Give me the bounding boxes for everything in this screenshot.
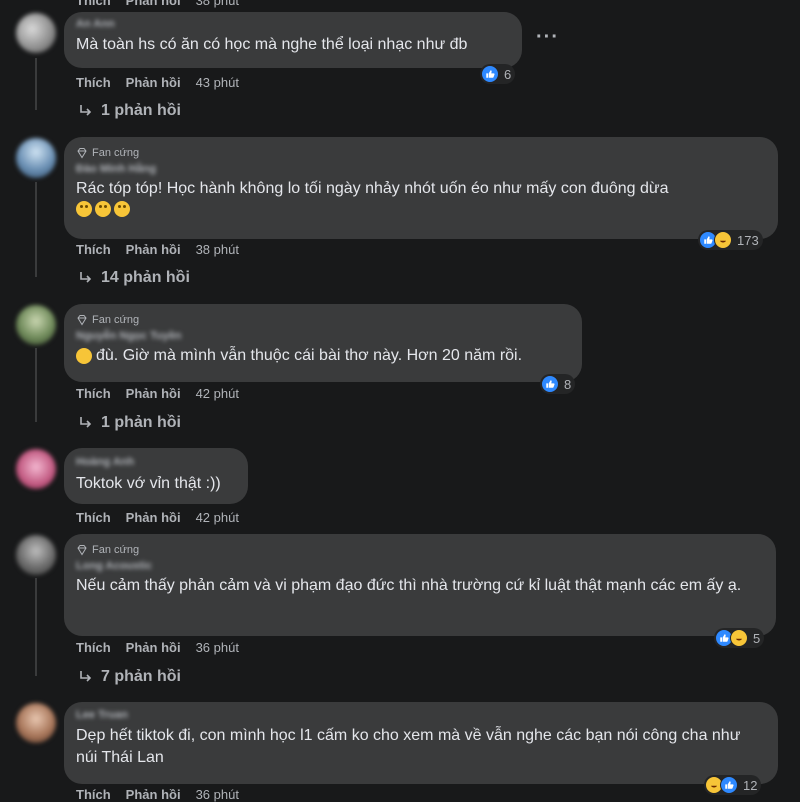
reaction-count: 8	[564, 376, 572, 392]
avatar[interactable]	[16, 305, 56, 345]
fan-badge: Fan cứng	[76, 542, 764, 558]
comment-time[interactable]: 38 phút	[196, 0, 239, 8]
comment-time[interactable]: 36 phút	[196, 640, 239, 655]
laughing-emoji-icon	[730, 629, 748, 647]
avatar[interactable]	[16, 138, 56, 178]
thread-line	[35, 578, 37, 676]
reaction-count: 173	[737, 232, 759, 248]
upside-down-face-icon	[95, 201, 111, 217]
reply-arrow-icon	[80, 105, 92, 116]
reply-action[interactable]: Phản hồi	[126, 787, 181, 802]
comment-text: Rác tóp tóp! Học hành không lo tối ngày …	[76, 180, 669, 197]
comment-time[interactable]: 42 phút	[196, 386, 239, 401]
reaction-count: 5	[753, 630, 761, 646]
comment-author[interactable]: An Ann	[76, 17, 510, 32]
badge-label: Fan cứng	[92, 544, 140, 556]
emoji-row	[76, 201, 766, 217]
reply-action[interactable]: Phản hồi	[126, 242, 181, 257]
comment-actions: Thích Phản hồi 36 phút	[76, 640, 239, 655]
comment-actions: Thích Phản hồi 43 phút	[76, 75, 239, 90]
comment-bubble: Lee Truan Dẹp hết tiktok đi, con mình họ…	[64, 702, 778, 784]
comment-actions: Thích Phản hồi 42 phút	[76, 386, 239, 401]
reply-arrow-icon	[80, 417, 92, 428]
comment-time[interactable]: 43 phút	[196, 75, 239, 90]
comment-text: Mà toàn hs có ăn có học mà nghe thể loại…	[76, 36, 468, 53]
replies-count-label: 1 phản hồi	[101, 414, 181, 431]
upside-down-face-icon	[76, 201, 92, 217]
reaction-summary[interactable]: 8	[540, 374, 576, 394]
more-options-icon[interactable]: ···	[536, 26, 559, 49]
badge-label: Fan cứng	[92, 314, 140, 326]
avatar[interactable]	[16, 535, 56, 575]
view-replies-link[interactable]: 1 phản hồi	[78, 102, 181, 120]
comment-text: đù. Giờ mà mình vẫn thuộc cái bài thơ nà…	[76, 345, 570, 367]
reply-action[interactable]: Phản hồi	[126, 0, 181, 8]
comment-bubble: An Ann Mà toàn hs có ăn có học mà nghe t…	[64, 12, 522, 68]
like-action[interactable]: Thích	[76, 75, 111, 90]
reaction-summary[interactable]: 12	[704, 775, 762, 795]
comment-time[interactable]: 36 phút	[196, 787, 239, 802]
diamond-icon	[77, 545, 87, 556]
reply-action[interactable]: Phản hồi	[126, 386, 181, 401]
thumbs-up-icon	[481, 65, 499, 83]
view-replies-link[interactable]: 1 phản hồi	[78, 414, 181, 432]
comment-text: Toktok vớ vỉn thật :))	[76, 475, 221, 492]
avatar[interactable]	[16, 449, 56, 489]
badge-label: Fan cứng	[92, 147, 140, 159]
reply-arrow-icon	[80, 272, 92, 283]
reaction-summary[interactable]: 6	[480, 64, 516, 84]
comment-author[interactable]: Nguyễn Ngọc Tuyền	[76, 329, 570, 344]
laughing-emoji-icon	[714, 231, 732, 249]
comment-bubble: Fan cứng Long Acoustic Nếu cảm thấy phản…	[64, 534, 776, 636]
comment-author[interactable]: Hoàng Anh	[76, 455, 236, 470]
comment-author[interactable]: Lee Truan	[76, 708, 766, 723]
thumbs-up-icon	[720, 776, 738, 794]
thread-line	[35, 348, 37, 422]
comment-text-content: đù. Giờ mà mình vẫn thuộc cái bài thơ nà…	[96, 347, 523, 364]
like-action[interactable]: Thích	[76, 0, 111, 8]
diamond-icon	[77, 315, 87, 326]
replies-count-label: 1 phản hồi	[101, 102, 181, 119]
comment-text: Nếu cảm thấy phản cảm và vi phạm đạo đức…	[76, 577, 742, 594]
thread-line	[35, 182, 37, 277]
like-action[interactable]: Thích	[76, 510, 111, 525]
comment-bubble: Fan cứng Đào Minh Hằng Rác tóp tóp! Học …	[64, 137, 778, 239]
comment-author[interactable]: Long Acoustic	[76, 559, 764, 574]
comment-actions: Thích Phản hồi 38 phút	[76, 0, 239, 8]
view-replies-link[interactable]: 14 phản hồi	[78, 269, 190, 287]
comment-actions: Thích Phản hồi 42 phút	[76, 510, 239, 525]
comment-text: Dẹp hết tiktok đi, con mình học l1 cấm k…	[76, 727, 741, 766]
reaction-summary[interactable]: 5	[714, 628, 765, 648]
thumbs-up-icon	[541, 375, 559, 393]
reply-action[interactable]: Phản hồi	[126, 75, 181, 90]
avatar[interactable]	[16, 703, 56, 743]
thread-line	[35, 58, 37, 110]
like-action[interactable]: Thích	[76, 640, 111, 655]
comment-bubble: Hoàng Anh Toktok vớ vỉn thật :))	[64, 448, 248, 504]
replies-count-label: 7 phản hồi	[101, 668, 181, 685]
avatar[interactable]	[16, 13, 56, 53]
replies-count-label: 14 phản hồi	[101, 269, 190, 286]
upside-down-face-icon	[114, 201, 130, 217]
comment-bubble: Fan cứng Nguyễn Ngọc Tuyền đù. Giờ mà mì…	[64, 304, 582, 382]
comment-time[interactable]: 42 phút	[196, 510, 239, 525]
view-replies-link[interactable]: 7 phản hồi	[78, 668, 181, 686]
comment-time[interactable]: 38 phút	[196, 242, 239, 257]
grinning-face-icon	[76, 348, 92, 364]
like-action[interactable]: Thích	[76, 386, 111, 401]
reply-action[interactable]: Phản hồi	[126, 510, 181, 525]
reply-action[interactable]: Phản hồi	[126, 640, 181, 655]
reaction-count: 6	[504, 66, 512, 82]
diamond-icon	[77, 148, 87, 159]
reaction-summary[interactable]: 173	[698, 230, 763, 250]
reply-arrow-icon	[80, 671, 92, 682]
comment-actions: Thích Phản hồi 38 phút	[76, 242, 239, 257]
like-action[interactable]: Thích	[76, 787, 111, 802]
comment-author[interactable]: Đào Minh Hằng	[76, 162, 766, 177]
fan-badge: Fan cứng	[76, 312, 570, 328]
reaction-count: 12	[743, 777, 758, 793]
comment-actions: Thích Phản hồi 36 phút	[76, 787, 239, 802]
like-action[interactable]: Thích	[76, 242, 111, 257]
fan-badge: Fan cứng	[76, 145, 766, 161]
